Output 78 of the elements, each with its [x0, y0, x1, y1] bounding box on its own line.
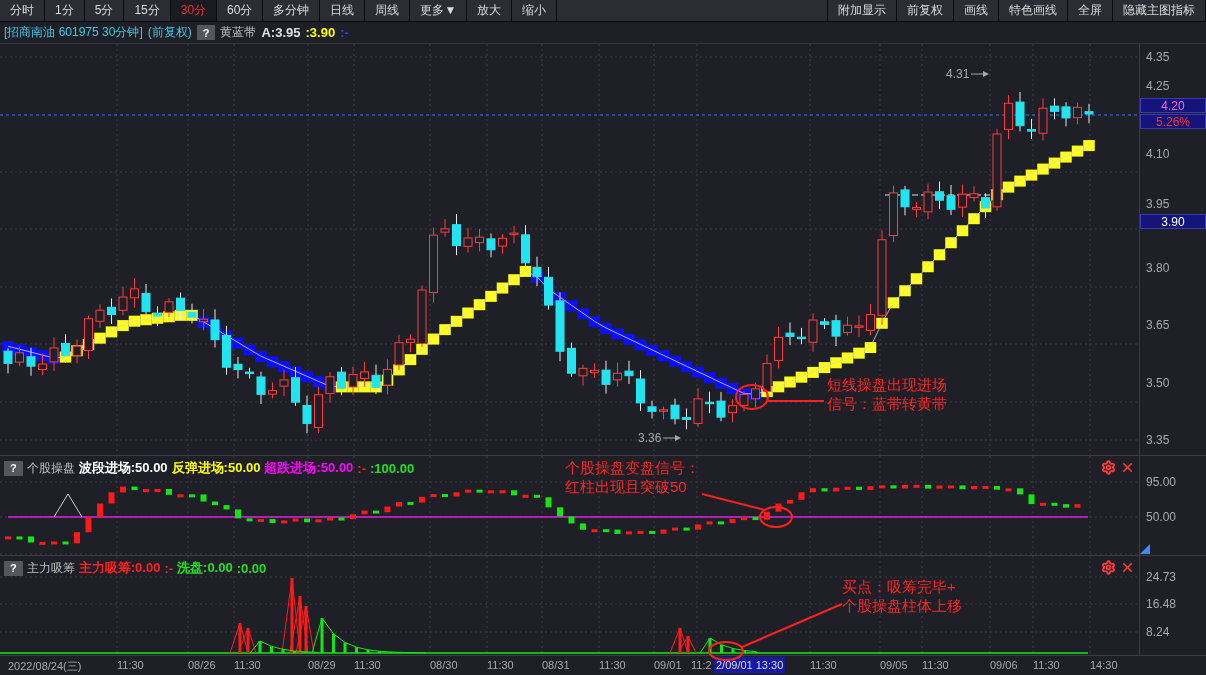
indicator-name: 主力吸筹 — [26, 559, 75, 577]
price-axis-label: 3.80 — [1146, 261, 1170, 275]
stock-title: [招商南油 601975 30分钟] — [4, 24, 143, 41]
price-axis-label: 4.10 — [1146, 147, 1170, 161]
timeframe-tab[interactable]: 更多▼ — [410, 0, 468, 21]
timeframe-tab[interactable]: 多分钟 — [263, 0, 321, 21]
toolbar-button[interactable]: 特色画线 — [999, 0, 1068, 21]
time-axis-label: 11:30 — [922, 659, 949, 671]
time-axis-label: 08/29 — [308, 659, 336, 671]
value-axis-label: 16.48 — [1146, 597, 1177, 611]
annotation-text: 买点：吸筹完毕+个股操盘柱体上移 — [842, 577, 963, 615]
indicator-value: A:3.95 — [261, 25, 301, 40]
timeframe-tab[interactable]: 60分 — [217, 0, 264, 21]
price-axis-label: 4.35 — [1146, 50, 1170, 64]
time-axis-label: 11:30 — [1033, 659, 1060, 671]
annotation-text: 短线操盘出现进场信号：蓝带转黄带 — [827, 375, 948, 413]
timeframe-tab[interactable]: 分时 — [0, 0, 45, 21]
time-axis-label: 14:30 — [1090, 659, 1118, 671]
toolbar-button[interactable]: 画线 — [954, 0, 999, 21]
time-axis-label: 11:30 — [117, 659, 144, 671]
price-tag: 3.90 — [1140, 214, 1206, 229]
cursor-time-label: 2/09/01 13:30 — [714, 657, 786, 673]
help-button[interactable]: ? — [196, 25, 216, 40]
price-tag: 5.26% — [1140, 114, 1206, 129]
indicator-name: 个股操盘 — [26, 459, 75, 477]
indicator-value: 洗盘:0.00 — [177, 559, 233, 577]
indicator-value: 反弹进场:50.00 — [171, 459, 261, 477]
time-axis-label: 09/06 — [990, 659, 1018, 671]
annotation-text: 个股操盘变盘信号：红柱出现且突破50 — [565, 458, 701, 496]
toolbar-button[interactable]: 前复权 — [897, 0, 954, 21]
price-tag: 4.20 — [1140, 98, 1206, 113]
timeframe-tab[interactable]: 1分 — [45, 0, 85, 21]
indicator-value: :100.00 — [370, 460, 415, 476]
time-axis-label: 08/30 — [430, 659, 458, 671]
indicator-value: :0.00 — [236, 560, 267, 576]
extreme-price-label: 4.31 — [946, 67, 970, 81]
timeframe-tab[interactable]: 周线 — [365, 0, 411, 21]
indicator-value: 超跌进场:50.00 — [264, 459, 354, 477]
timeframe-tab[interactable]: 缩小 — [512, 0, 558, 21]
indicator-value: 主力吸筹:0.00 — [78, 559, 161, 577]
indicator-value: :- — [164, 560, 174, 576]
timeframe-tab[interactable]: 5分 — [84, 0, 125, 21]
timeframe-tab[interactable]: 30分 — [170, 0, 218, 21]
time-axis-label: 2022/08/24(三) — [8, 659, 82, 674]
indicator-value: :- — [357, 460, 367, 476]
price-axis-label: 3.50 — [1146, 376, 1170, 390]
price-axis-label: 3.65 — [1146, 318, 1170, 332]
timeframe-tab[interactable]: 放大 — [467, 0, 513, 21]
value-axis-label: 24.73 — [1146, 570, 1177, 584]
price-axis-label: 4.25 — [1146, 79, 1170, 93]
time-axis-label: 11:30 — [810, 659, 837, 671]
time-axis-label: 11:30 — [234, 659, 261, 671]
toolbar-button[interactable]: 全屏 — [1068, 0, 1113, 21]
time-axis-label: 11:30 — [487, 659, 514, 671]
time-axis-label: 11:30 — [599, 659, 626, 671]
toolbar-button[interactable]: 附加显示 — [828, 0, 897, 21]
time-axis-label: 08/26 — [188, 659, 216, 671]
help-button[interactable]: ? — [4, 460, 23, 476]
extreme-price-label: 3.36 — [638, 431, 662, 445]
price-axis-label: 3.35 — [1146, 433, 1170, 447]
timeframe-tab[interactable]: 15分 — [124, 0, 171, 21]
time-axis-label: 09/05 — [880, 659, 908, 671]
time-axis-label: 11:2 — [691, 659, 712, 671]
toolbar-button[interactable]: 隐藏主图指标 — [1113, 0, 1206, 21]
help-button[interactable]: ? — [4, 560, 23, 576]
value-axis-label: 8.24 — [1146, 625, 1170, 639]
time-axis-label: 11:30 — [354, 659, 381, 671]
indicator-value: :- — [340, 25, 349, 40]
indicator-value: :3.90 — [305, 25, 336, 40]
timeframe-tab[interactable]: 日线 — [320, 0, 366, 21]
adjust-label: (前复权) — [147, 24, 192, 41]
value-axis-label: 95.00 — [1146, 475, 1177, 489]
time-axis-label: 08/31 — [542, 659, 570, 671]
indicator-value: 波段进场:50.00 — [78, 459, 168, 477]
time-axis-label: 09/01 — [654, 659, 682, 671]
value-axis-label: 50.00 — [1146, 510, 1177, 524]
price-axis-label: 3.95 — [1146, 197, 1170, 211]
indicator-name: 黄蓝带 — [220, 24, 257, 41]
